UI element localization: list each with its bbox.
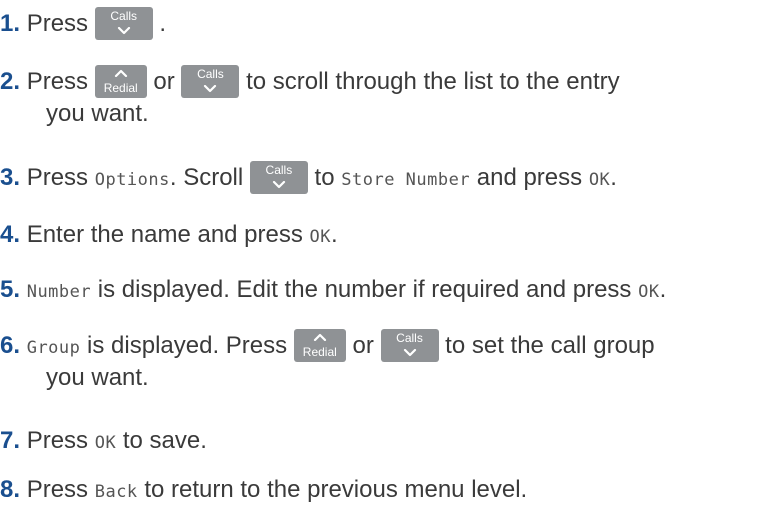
redial-up-key-icon: Redial bbox=[94, 65, 147, 98]
step-text: to save. bbox=[116, 427, 207, 454]
step-text: Press bbox=[20, 427, 95, 454]
display-text-number: Number bbox=[26, 282, 92, 302]
step-number: 7. bbox=[0, 427, 21, 454]
step-text: to bbox=[307, 164, 342, 191]
step-text: . bbox=[331, 221, 338, 248]
step-number: 8. bbox=[0, 476, 21, 503]
step-number: 1. bbox=[0, 10, 21, 37]
step-text: to scroll through the list to the entry bbox=[239, 68, 620, 95]
step-text: Enter the name and press bbox=[20, 221, 310, 248]
step-text: . bbox=[610, 164, 617, 191]
step-text: Press bbox=[20, 68, 95, 95]
step-text: is displayed. Press bbox=[80, 332, 294, 359]
step-text: Press bbox=[20, 476, 95, 503]
display-text-ok: OK bbox=[638, 282, 660, 302]
step-5: 5. Number is displayed. Edit the number … bbox=[0, 272, 770, 310]
display-text-ok: OK bbox=[588, 170, 611, 190]
display-text-ok: OK bbox=[94, 433, 117, 453]
step-text: . bbox=[659, 276, 667, 303]
chevron-up-icon bbox=[114, 69, 127, 77]
calls-down-key-icon: Calls bbox=[380, 329, 439, 362]
step-8: 8. Press Back to return to the previous … bbox=[0, 472, 770, 510]
step-text: is displayed. Edit the number if require… bbox=[91, 276, 639, 303]
step-4: 4. Enter the name and press OK. bbox=[0, 217, 770, 255]
calls-down-key-icon: Calls bbox=[249, 161, 308, 194]
calls-down-key-icon: Calls bbox=[181, 65, 240, 98]
chevron-up-icon bbox=[313, 333, 326, 341]
step-number: 5. bbox=[0, 276, 21, 303]
step-text: and press bbox=[470, 164, 589, 191]
display-text-options: Options bbox=[94, 170, 170, 190]
step-2: 2. Press Redial or Calls to scroll throu… bbox=[0, 64, 770, 127]
step-text: to return to the previous menu level. bbox=[137, 476, 528, 503]
step-6: 6. Group is displayed. Press Redial or C… bbox=[0, 328, 770, 391]
step-text: to set the call group bbox=[438, 332, 655, 359]
step-text: Press bbox=[20, 164, 95, 191]
step-text: you want. bbox=[46, 364, 149, 391]
step-1: 1. Press Calls . bbox=[0, 6, 770, 42]
step-text bbox=[20, 276, 27, 303]
step-number: 3. bbox=[0, 164, 21, 191]
display-text-store-number: Store Number bbox=[341, 170, 471, 190]
step-text bbox=[20, 332, 27, 359]
calls-down-key-icon: Calls bbox=[94, 7, 153, 40]
chevron-down-icon bbox=[117, 27, 130, 35]
step-text: . Scroll bbox=[169, 164, 250, 191]
instruction-list: 1. Press Calls . 2. Press Redial or Call… bbox=[0, 0, 770, 509]
display-text-back: Back bbox=[94, 482, 138, 502]
step-number: 2. bbox=[0, 68, 21, 95]
step-text: Press bbox=[20, 10, 95, 37]
step-7: 7. Press OK to save. bbox=[0, 423, 770, 461]
step-number: 4. bbox=[0, 221, 21, 248]
step-text: or bbox=[345, 332, 381, 359]
chevron-down-icon bbox=[272, 181, 285, 189]
display-text-ok: OK bbox=[309, 227, 332, 247]
step-number: 6. bbox=[0, 332, 21, 359]
step-3: 3. Press Options. Scroll Calls to Store … bbox=[0, 160, 770, 198]
redial-up-key-icon: Redial bbox=[293, 329, 346, 362]
step-text: or bbox=[146, 68, 182, 95]
display-text-group: Group bbox=[26, 338, 81, 358]
chevron-down-icon bbox=[403, 349, 416, 357]
step-text: you want. bbox=[46, 100, 149, 127]
step-text: . bbox=[152, 10, 167, 37]
chevron-down-icon bbox=[204, 85, 217, 93]
